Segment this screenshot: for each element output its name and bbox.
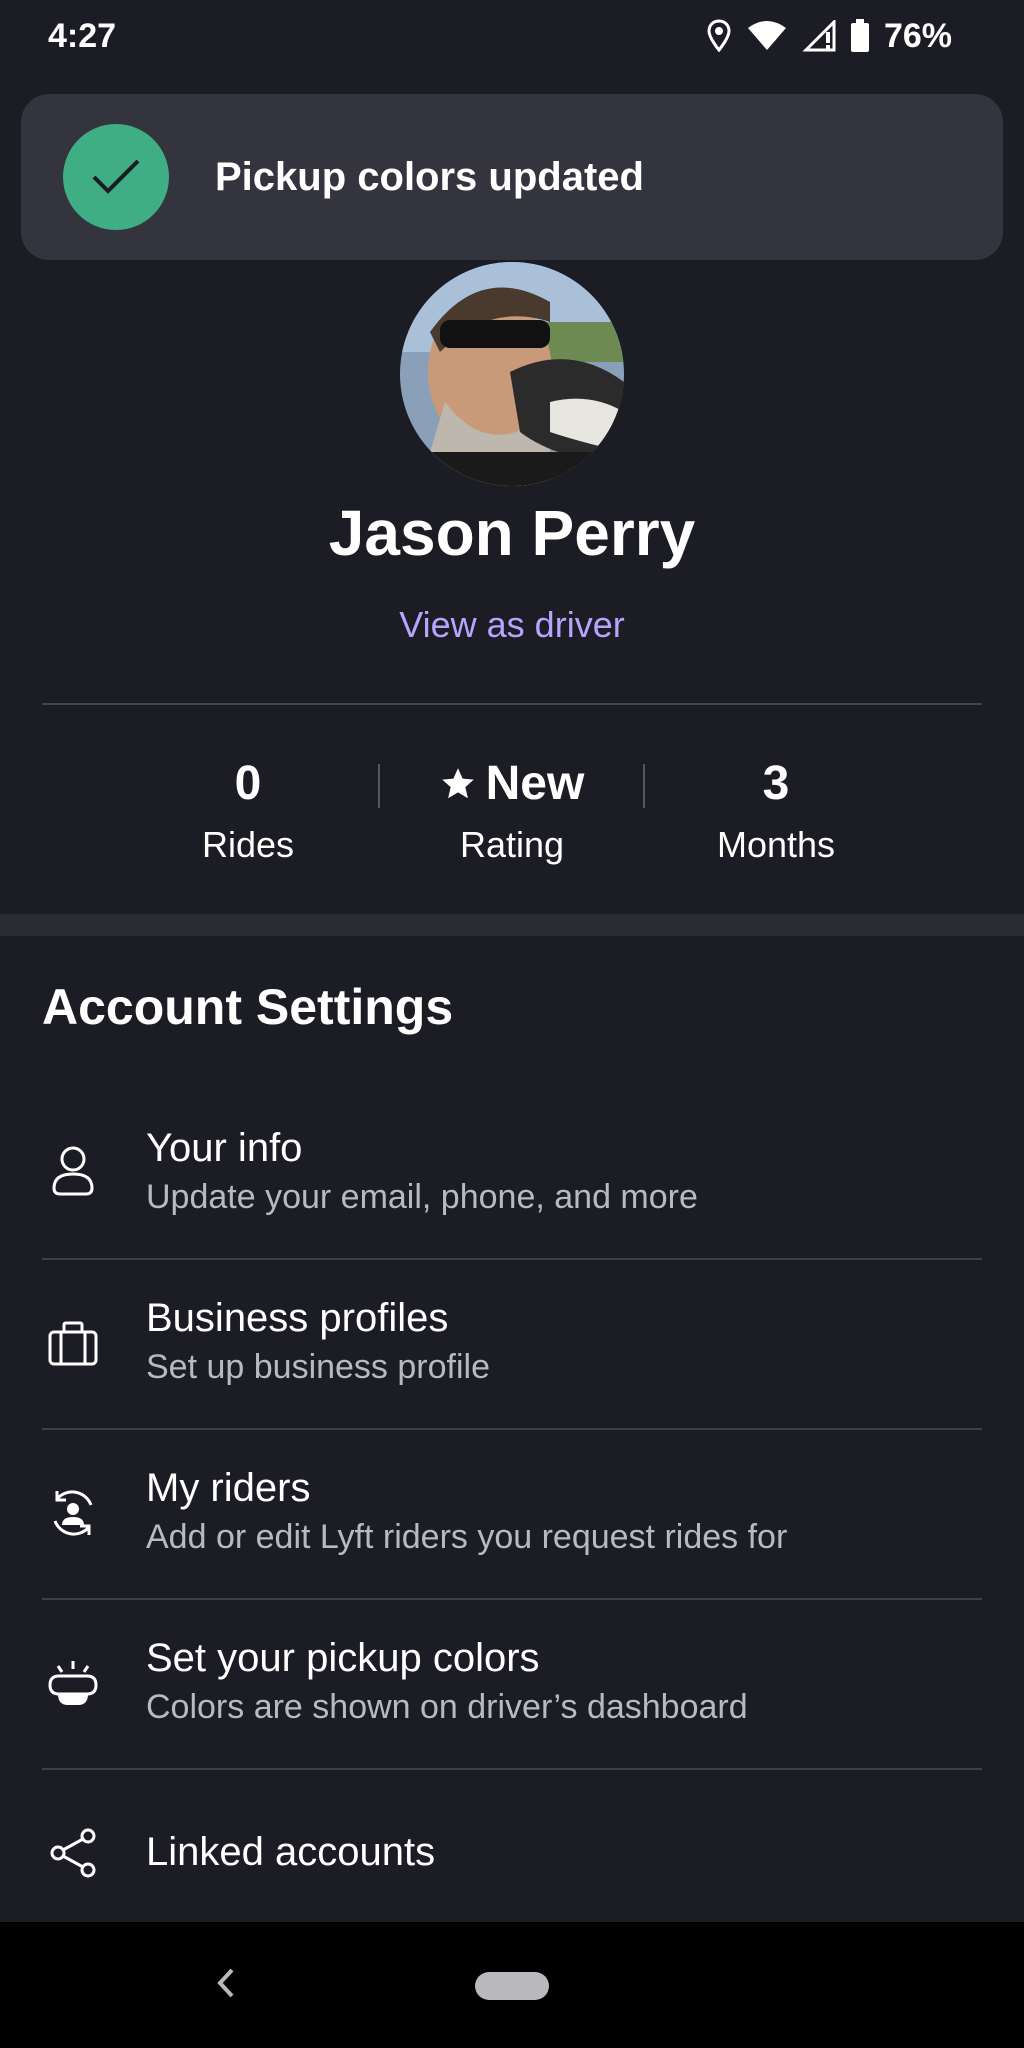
stat-rating-label: Rating [459, 824, 565, 865]
back-icon[interactable] [214, 1966, 236, 2005]
profile-name: Jason Perry [328, 497, 696, 569]
settings-item-pickup-colors[interactable]: Set your pickup colors Colors are shown … [0, 1600, 1024, 1770]
settings-item-subtitle: Update your email, phone, and more [146, 1178, 698, 1216]
view-as-driver-link[interactable]: View as driver [0, 604, 1024, 646]
stat-months-value: 3 [762, 757, 790, 810]
person-icon [46, 1143, 100, 1197]
avatar[interactable] [400, 262, 624, 486]
wifi-icon [746, 20, 788, 52]
stat-months-label: Months [716, 824, 836, 865]
status-icons: 76% [706, 17, 952, 56]
stat-rides-label: Rides [201, 824, 295, 865]
toast-notification: Pickup colors updated [21, 94, 1003, 260]
stat-rides-value: 0 [234, 757, 262, 810]
stat-separator [378, 764, 380, 808]
briefcase-icon [46, 1316, 100, 1370]
riders-icon [46, 1486, 100, 1540]
battery-percent: 76% [883, 16, 952, 55]
amp-light-icon [46, 1656, 100, 1710]
settings-item-business-profiles[interactable]: Business profiles Set up business profil… [0, 1260, 1024, 1430]
stat-rides: 0 Rides [118, 752, 378, 866]
star-icon [440, 755, 476, 819]
status-time: 4:27 [48, 16, 117, 55]
settings-item-title: Set your pickup colors [146, 1636, 540, 1680]
signal-icon [802, 20, 836, 52]
home-pill-button[interactable] [475, 1972, 549, 2000]
settings-item-subtitle: Set up business profile [146, 1348, 490, 1386]
settings-item-my-riders[interactable]: My riders Add or edit Lyft riders you re… [0, 1430, 1024, 1600]
settings-item-title: My riders [146, 1466, 311, 1510]
check-icon [63, 124, 169, 230]
stat-rating-value: New [382, 752, 642, 816]
stat-rating-text: New [485, 757, 585, 810]
battery-icon [850, 19, 870, 53]
stat-separator [643, 764, 645, 808]
system-nav-bar [0, 1922, 1024, 2048]
status-bar: 4:27 76% [0, 0, 1024, 72]
stat-months: 3 Months [646, 752, 906, 866]
location-icon [706, 19, 732, 53]
section-separator [0, 914, 1024, 936]
settings-item-subtitle: Add or edit Lyft riders you request ride… [146, 1518, 788, 1556]
settings-item-title: Linked accounts [146, 1830, 436, 1874]
account-settings-title: Account Settings [42, 979, 454, 1035]
stat-rating: New Rating [382, 752, 642, 866]
settings-list: Your info Update your email, phone, and … [0, 1090, 1024, 1940]
settings-item-your-info[interactable]: Your info Update your email, phone, and … [0, 1090, 1024, 1260]
share-icon [46, 1826, 100, 1880]
settings-item-title: Your info [146, 1126, 303, 1170]
settings-item-linked-accounts[interactable]: Linked accounts [0, 1770, 1024, 1940]
stats-row: 0 Rides New Rating 3 Months [0, 752, 1024, 872]
settings-item-subtitle: Colors are shown on driver’s dashboard [146, 1688, 748, 1726]
settings-item-title: Business profiles [146, 1296, 449, 1340]
toast-message: Pickup colors updated [215, 154, 644, 199]
divider [42, 703, 982, 705]
